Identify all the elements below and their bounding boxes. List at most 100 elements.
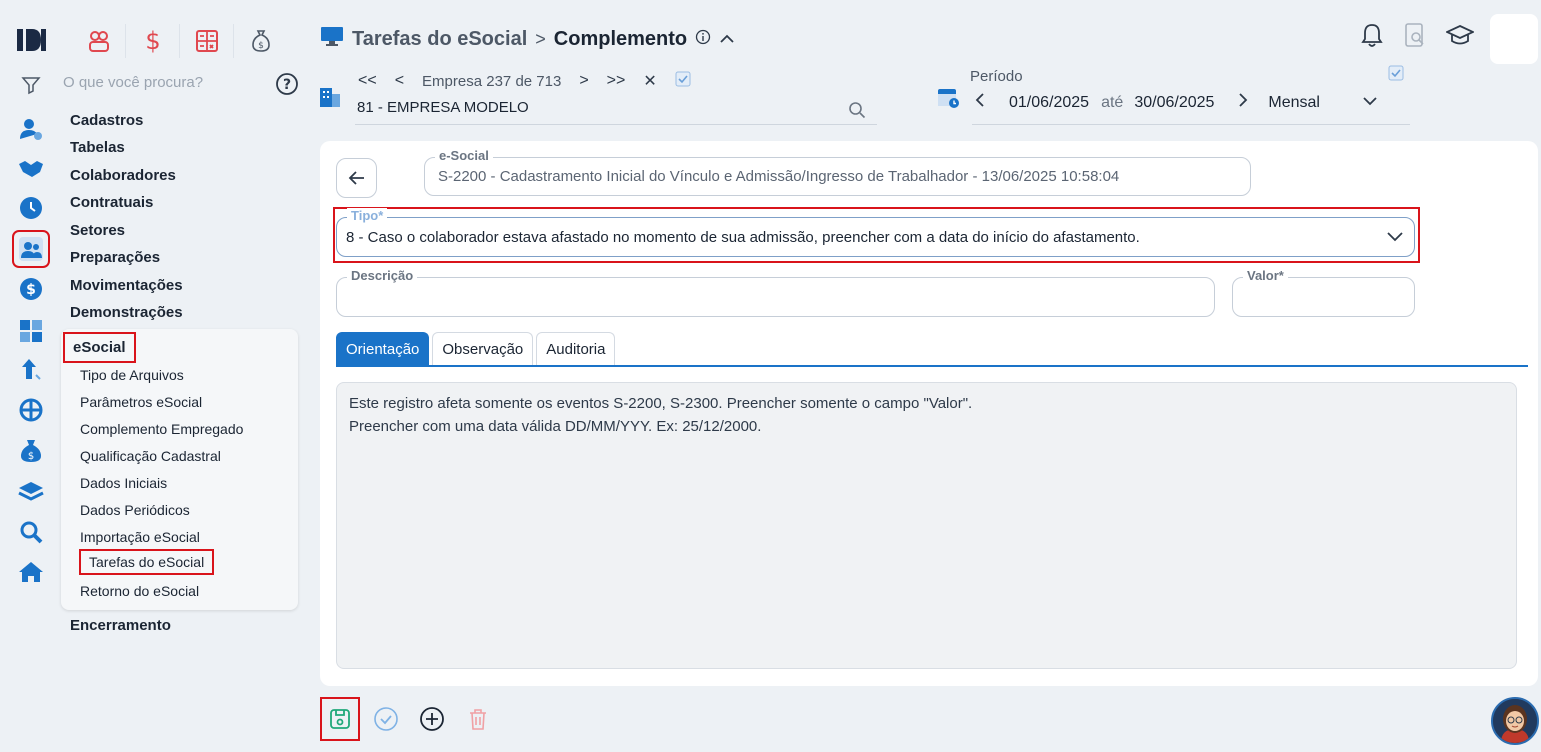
arrow-up-icon[interactable] <box>16 355 46 385</box>
layers-icon[interactable] <box>16 477 46 507</box>
tipo-select[interactable]: Tipo* 8 - Caso o colaborador estava afas… <box>336 208 1415 257</box>
period-checkbox[interactable] <box>1388 65 1404 86</box>
icon-rail: $ $ <box>0 0 62 752</box>
header-actions <box>1360 22 1476 53</box>
calendar-icon <box>936 85 960 114</box>
tab-observacao[interactable]: Observação <box>432 332 534 365</box>
svg-text:?: ? <box>283 77 291 93</box>
menu-movimentacoes[interactable]: Movimentações <box>70 277 183 294</box>
period-start[interactable]: 01/06/2025 <box>1009 94 1089 112</box>
menu-tabelas[interactable]: Tabelas <box>70 139 125 156</box>
page-title: Tarefas do eSocial > Complemento <box>320 25 735 53</box>
tab-auditoria[interactable]: Auditoria <box>536 332 616 365</box>
svg-text:$: $ <box>28 451 34 462</box>
company-underline <box>355 124 877 125</box>
breadcrumb-separator: > <box>535 28 546 49</box>
dollar-icon[interactable]: $ <box>16 274 46 304</box>
app-logo-icon[interactable] <box>17 26 47 54</box>
menu-esocial[interactable]: eSocial <box>63 332 136 363</box>
valor-input[interactable]: Valor* <box>1232 268 1415 317</box>
accounting-grid-icon[interactable] <box>180 24 234 58</box>
document-search-icon[interactable] <box>1404 22 1426 53</box>
employees-icon[interactable] <box>12 230 50 268</box>
company-counter-label: Empresa <box>422 72 483 90</box>
submenu-dados-periodicos[interactable]: Dados Periódicos <box>80 502 190 518</box>
money-bag-icon[interactable]: $ <box>16 436 46 466</box>
building-icon <box>318 85 342 114</box>
confirm-button[interactable] <box>366 697 406 741</box>
submenu-dados-iniciais[interactable]: Dados Iniciais <box>80 475 167 491</box>
descricao-input[interactable]: Descrição <box>336 268 1215 317</box>
chevron-down-icon[interactable] <box>1362 94 1378 112</box>
tipo-label: Tipo* <box>347 208 388 224</box>
network-icon[interactable] <box>16 395 46 425</box>
prev-company-button[interactable]: < <box>395 72 404 90</box>
submenu-tarefas-esocial[interactable]: Tarefas do eSocial <box>79 549 215 575</box>
info-icon[interactable] <box>695 28 711 51</box>
menu-colaboradores[interactable]: Colaboradores <box>70 167 176 184</box>
next-period-icon[interactable] <box>1238 92 1248 113</box>
home-icon[interactable] <box>16 557 46 587</box>
bell-icon[interactable] <box>1360 22 1384 53</box>
top-app-icons: $ $ <box>72 24 288 58</box>
search-report-icon[interactable] <box>16 517 46 547</box>
company-counter: Empresa 237 de 713 <box>422 73 561 90</box>
menu-contratuais[interactable]: Contratuais <box>70 194 153 211</box>
delete-button[interactable] <box>458 697 498 741</box>
menu-demonstracoes[interactable]: Demonstrações <box>70 304 183 321</box>
chevron-up-icon[interactable] <box>719 28 735 51</box>
action-toolbar <box>320 696 504 742</box>
next-company-button[interactable]: > <box>579 72 588 90</box>
handshake-icon[interactable] <box>16 153 46 183</box>
menu-cadastros[interactable]: Cadastros <box>70 112 143 129</box>
monitor-icon <box>320 25 344 53</box>
tab-orientacao[interactable]: Orientação <box>336 332 430 365</box>
finance-dollar-icon[interactable]: $ <box>126 24 180 58</box>
svg-text:$: $ <box>145 28 160 54</box>
add-button[interactable] <box>412 697 452 741</box>
company-total: 713 <box>536 72 562 90</box>
tab-bar: Orientação Observação Auditoria <box>336 332 616 365</box>
last-company-button[interactable]: >> <box>607 72 626 90</box>
company-search-icon[interactable] <box>848 101 866 124</box>
breadcrumb-parent[interactable]: Tarefas do eSocial <box>352 28 527 51</box>
submenu-qualificacao-cadastral[interactable]: Qualificação Cadastral <box>80 448 221 464</box>
people-icon[interactable] <box>72 24 126 58</box>
menu-preparacoes[interactable]: Preparações <box>70 249 160 266</box>
submenu-retorno-esocial[interactable]: Retorno do eSocial <box>80 583 199 599</box>
esocial-label: e-Social <box>435 148 493 164</box>
tipo-chevron-down-icon[interactable] <box>1386 229 1404 248</box>
calculator-icon[interactable] <box>16 316 46 346</box>
search-input[interactable]: O que você procura? <box>63 74 203 91</box>
menu-encerramento[interactable]: Encerramento <box>70 617 171 634</box>
close-company-button[interactable]: ✕ <box>643 71 656 91</box>
orientation-line-1: Este registro afeta somente os eventos S… <box>349 395 973 412</box>
assistant-avatar[interactable] <box>1491 697 1539 745</box>
period-frequency[interactable]: Mensal <box>1268 94 1320 112</box>
back-button[interactable] <box>336 158 377 198</box>
main-card: e-Social S-2200 - Cadastramento Inicial … <box>320 141 1538 686</box>
help-icon[interactable]: ? <box>275 72 299 101</box>
company-of: de <box>515 72 533 90</box>
menu-search: O que você procura? ? <box>24 70 300 98</box>
submenu-importacao-esocial[interactable]: Importação eSocial <box>80 529 200 545</box>
menu-setores[interactable]: Setores <box>70 222 125 239</box>
company-name[interactable]: 81 - EMPRESA MODELO <box>357 99 529 116</box>
submenu-tipo-arquivos[interactable]: Tipo de Arquivos <box>80 367 184 383</box>
company-checkbox[interactable] <box>675 71 691 91</box>
prev-period-icon[interactable] <box>975 92 985 113</box>
submenu-parametros-esocial[interactable]: Parâmetros eSocial <box>80 394 202 410</box>
tax-bag-icon[interactable]: $ <box>234 24 288 58</box>
graduation-cap-icon[interactable] <box>1444 23 1476 52</box>
period-end[interactable]: 30/06/2025 <box>1134 94 1214 112</box>
esocial-field: e-Social S-2200 - Cadastramento Inicial … <box>424 148 1251 196</box>
first-company-button[interactable]: << <box>358 72 377 90</box>
submenu-complemento-empregado[interactable]: Complemento Empregado <box>80 421 243 437</box>
esocial-submenu: eSocial Tipo de Arquivos Parâmetros eSoc… <box>61 329 298 610</box>
clock-icon[interactable] <box>16 193 46 223</box>
orientation-panel: Este registro afeta somente os eventos S… <box>336 382 1517 669</box>
save-button[interactable] <box>320 697 360 741</box>
period-until: até <box>1101 93 1124 111</box>
user-settings-icon[interactable] <box>16 114 46 144</box>
breadcrumb-current: Complemento <box>553 27 688 50</box>
